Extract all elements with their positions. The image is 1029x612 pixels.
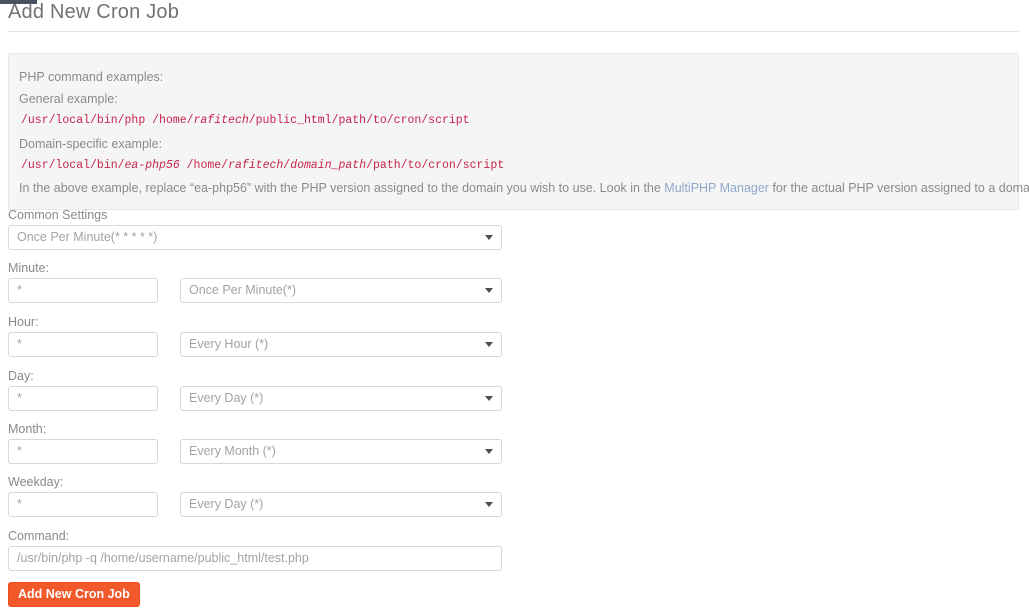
domain-code-phpversion: ea-php56: [124, 159, 180, 172]
chevron-down-icon: [485, 288, 493, 293]
month-input-value: *: [17, 444, 22, 458]
domain-code-domainpath: domain_path: [290, 159, 367, 172]
day-input-value: *: [17, 391, 22, 405]
chevron-down-icon: [485, 396, 493, 401]
day-input[interactable]: *: [8, 386, 158, 411]
month-select[interactable]: Every Month (*): [180, 439, 502, 464]
chevron-down-icon: [485, 502, 493, 507]
minute-select[interactable]: Once Per Minute(*): [180, 278, 502, 303]
domain-example-code: /usr/local/bin/ea-php56 /home/rafitech/d…: [21, 156, 1008, 176]
common-settings-value: Once Per Minute(* * * * *): [17, 230, 158, 244]
domain-code-middle: /home/: [179, 159, 229, 172]
chevron-down-icon: [485, 342, 493, 347]
hour-select[interactable]: Every Hour (*): [180, 332, 502, 357]
general-code-username: rafitech: [193, 114, 249, 127]
title-divider: [8, 31, 1019, 32]
common-settings-label: Common Settings: [8, 208, 108, 222]
multiphp-manager-link[interactable]: MultiPHP Manager: [664, 181, 769, 195]
minute-input-value: *: [17, 283, 22, 297]
note-text-before: In the above example, replace “ea-php56”…: [19, 181, 665, 195]
hour-input-value: *: [17, 337, 22, 351]
minute-input[interactable]: *: [8, 278, 158, 303]
general-code-middle: /public_html/path/to/cron/script: [248, 114, 470, 127]
domain-code-suffix: /path/to/cron/script: [366, 159, 505, 172]
chevron-down-icon: [485, 449, 493, 454]
month-label: Month:: [8, 422, 47, 436]
month-select-value: Every Month (*): [189, 444, 276, 458]
common-settings-select[interactable]: Once Per Minute(* * * * *): [8, 225, 502, 250]
add-new-cron-job-button[interactable]: Add New Cron Job: [8, 582, 140, 607]
month-input[interactable]: *: [8, 439, 158, 464]
command-input[interactable]: /usr/bin/php -q /home/username/public_ht…: [8, 546, 502, 571]
php-command-examples-panel: PHP command examples: General example: /…: [8, 53, 1029, 210]
general-code-prefix: /usr/local/bin/php /home/: [21, 114, 194, 127]
weekday-input[interactable]: *: [8, 492, 158, 517]
command-input-placeholder: /usr/bin/php -q /home/username/public_ht…: [17, 551, 309, 565]
day-label: Day:: [8, 369, 34, 383]
hour-label: Hour:: [8, 315, 39, 329]
command-label: Command:: [8, 529, 70, 543]
weekday-select[interactable]: Every Day (*): [180, 492, 502, 517]
weekday-select-value: Every Day (*): [189, 497, 264, 511]
weekday-input-value: *: [17, 497, 22, 511]
domain-code-prefix: /usr/local/bin/: [21, 159, 125, 172]
general-example-code: /usr/local/bin/php /home/rafitech/public…: [21, 111, 1008, 131]
note-text-after: for the actual PHP version assigned to a…: [768, 181, 1029, 195]
day-select-value: Every Day (*): [189, 391, 264, 405]
weekday-label: Weekday:: [8, 475, 64, 489]
domain-code-username: rafitech: [228, 159, 284, 172]
php-version-note: In the above example, replace “ea-php56”…: [19, 179, 1029, 198]
page-title: Add New Cron Job: [8, 1, 180, 23]
hour-input[interactable]: *: [8, 332, 158, 357]
examples-heading: PHP command examples:: [19, 70, 164, 84]
chevron-down-icon: [485, 235, 493, 240]
minute-select-value: Once Per Minute(*): [189, 283, 296, 297]
hour-select-value: Every Hour (*): [189, 337, 269, 351]
general-example-label: General example:: [19, 92, 118, 106]
day-select[interactable]: Every Day (*): [180, 386, 502, 411]
domain-example-label: Domain-specific example:: [19, 137, 163, 151]
minute-label: Minute:: [8, 261, 49, 275]
